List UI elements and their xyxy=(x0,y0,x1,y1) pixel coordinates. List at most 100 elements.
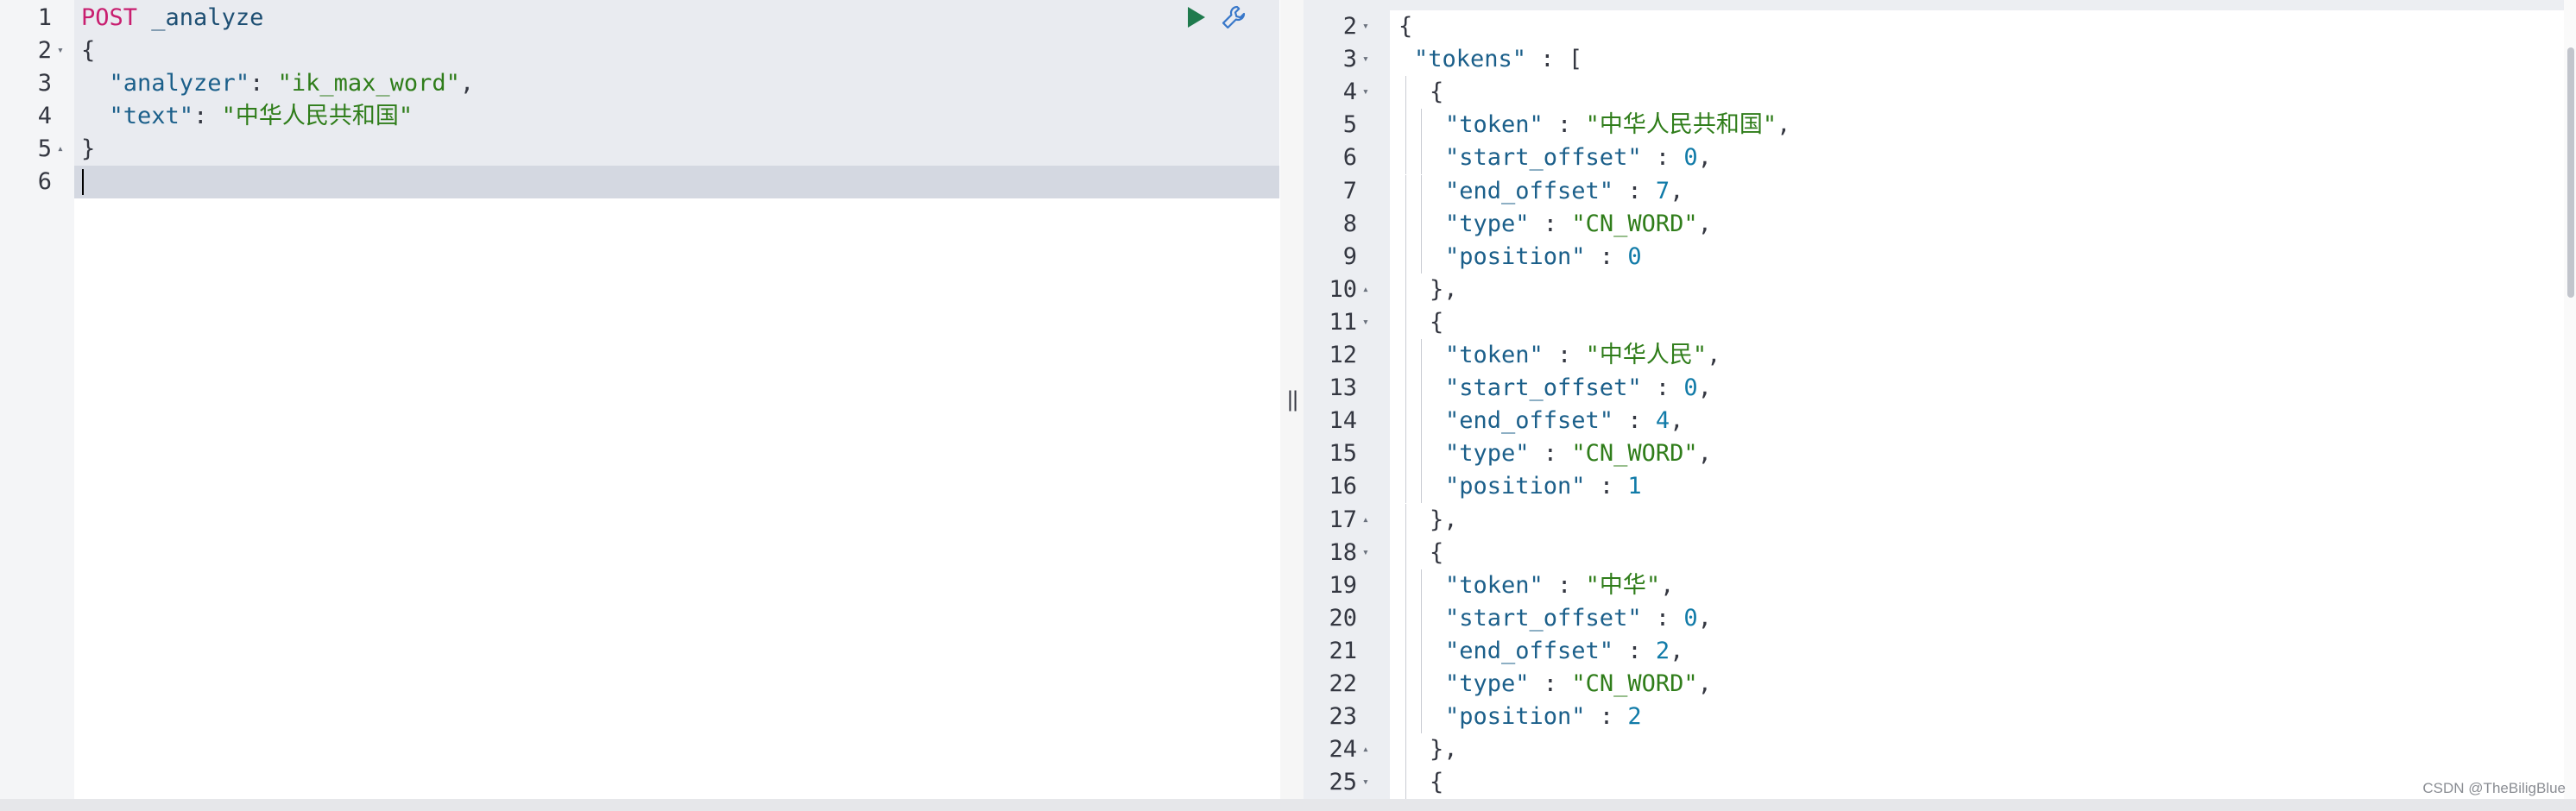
token-num: 2 xyxy=(1655,637,1670,664)
token-num: 7 xyxy=(1655,177,1670,204)
settings-button[interactable] xyxy=(1221,4,1247,30)
code-line: 4 "text": "中华人民共和国" xyxy=(0,100,1279,133)
line-number: 10 xyxy=(1329,275,1357,303)
token-punc: : xyxy=(1613,407,1656,435)
token-num: 0 xyxy=(1627,242,1642,270)
token-punc: , xyxy=(459,70,475,97)
token-num: 1 xyxy=(1627,473,1642,500)
token-key: "start_offset" xyxy=(1445,144,1642,172)
indent-guide xyxy=(1421,372,1422,406)
line-number: 2 xyxy=(37,37,52,64)
code-line: 6 "start_offset" : 0, xyxy=(1304,141,2576,175)
code-text: "type" : "CN_WORD", xyxy=(1445,668,1712,701)
code-line: 10 ▴}, xyxy=(1304,273,2576,306)
token-punc: : xyxy=(1585,473,1628,500)
fold-expand-icon[interactable]: ▾ xyxy=(1362,76,1369,109)
fold-expand-icon[interactable]: ▾ xyxy=(1362,306,1369,339)
fold-collapse-icon[interactable]: ▴ xyxy=(1362,273,1369,306)
token-num: 0 xyxy=(1683,374,1698,402)
token-key: "position" xyxy=(1445,703,1586,731)
fold-expand-icon[interactable]: ▾ xyxy=(1362,10,1369,43)
line-number: 5 xyxy=(1342,111,1357,139)
code-line: 11 ▾ { xyxy=(1304,305,2576,339)
token-key: "start_offset" xyxy=(1445,604,1642,632)
code-text: "type" : "CN_WORD", xyxy=(1445,208,1712,241)
code-line: 8 "type" : "CN_WORD", xyxy=(1304,207,2576,241)
fold-expand-icon[interactable]: ▾ xyxy=(57,35,64,67)
indent-guide xyxy=(1405,601,1406,635)
token-punc: { xyxy=(1430,79,1444,106)
code-line: 1 POST _analyze xyxy=(0,2,1279,35)
indent-guide xyxy=(1405,668,1406,701)
scrollbar-thumb[interactable] xyxy=(2567,47,2574,298)
code-line: 13 "start_offset" : 0, xyxy=(1304,372,2576,406)
indent-guide xyxy=(1421,437,1422,471)
token-key: "end_offset" xyxy=(1445,637,1614,664)
code-text: { xyxy=(1430,306,1443,339)
indent-guide xyxy=(1405,569,1406,602)
token-str: "中华人民共和国" xyxy=(221,103,414,129)
indent-guide xyxy=(1405,240,1406,273)
line-number: 15 xyxy=(1329,440,1357,468)
fold-collapse-icon[interactable]: ▴ xyxy=(1362,504,1369,537)
line-number: 11 xyxy=(1329,308,1357,336)
token-punc xyxy=(81,103,110,129)
request-editor[interactable]: 1 POST _analyze 2 ▾ {3 "analyzer": "ik_max_w… xyxy=(0,0,1279,799)
code-line: 20 "start_offset" : 0, xyxy=(1304,601,2576,635)
code-line: 2 ▾ { xyxy=(1304,10,2576,43)
fold-expand-icon[interactable]: ▾ xyxy=(1362,537,1369,569)
indent-guide xyxy=(1405,503,1406,537)
token-punc: , xyxy=(1697,210,1712,237)
response-scrollbar[interactable] xyxy=(2564,0,2576,799)
fold-collapse-icon[interactable]: ▴ xyxy=(1362,733,1369,766)
indent-guide xyxy=(1421,701,1422,734)
token-punc: : xyxy=(1641,604,1684,632)
token-punc: , xyxy=(1697,604,1712,632)
watermark: CSDN @TheBiligBlue xyxy=(2422,780,2566,796)
code-text: "end_offset" : 2, xyxy=(1445,635,1683,668)
line-number: 4 xyxy=(37,103,52,129)
token-punc: }, xyxy=(1430,506,1458,533)
code-text: "start_offset" : 0, xyxy=(1445,602,1712,635)
indent-guide xyxy=(1405,405,1406,438)
indent-guide xyxy=(1421,109,1422,142)
fold-expand-icon[interactable]: ▾ xyxy=(1362,766,1369,799)
request-toolbar xyxy=(1183,2,1247,33)
indent-guide xyxy=(1405,109,1406,142)
code-text: "token" : "中华人民共和国", xyxy=(1445,109,1790,141)
fold-collapse-icon[interactable]: ▴ xyxy=(57,133,64,166)
indent-guide xyxy=(1405,766,1406,799)
line-number: 5 xyxy=(37,135,52,162)
token-punc: , xyxy=(1777,111,1791,139)
line-number: 24 xyxy=(1329,736,1357,764)
pane-splitter[interactable]: || xyxy=(1280,0,1304,799)
line-number: 1 xyxy=(37,4,52,31)
indent-guide xyxy=(1421,174,1422,208)
line-number: 12 xyxy=(1329,342,1357,368)
run-request-button[interactable] xyxy=(1183,4,1209,30)
code-line: 5 ▴} xyxy=(0,133,1279,166)
token-punc: , xyxy=(1697,670,1712,697)
code-text: "token" : "中华人民", xyxy=(1445,339,1720,372)
code-line: 9 "position" : 0 xyxy=(1304,240,2576,273)
fold-expand-icon[interactable]: ▾ xyxy=(1362,43,1369,76)
code-text: "text": "中华人民共和国" xyxy=(81,100,414,133)
token-key: "position" xyxy=(1445,242,1586,270)
code-line: 14 "end_offset" : 4, xyxy=(1304,405,2576,438)
line-number: 3 xyxy=(1342,46,1357,73)
code-line: 22 "type" : "CN_WORD", xyxy=(1304,668,2576,701)
code-text: "end_offset" : 7, xyxy=(1445,175,1683,208)
code-line: 16 "position" : 1 xyxy=(1304,470,2576,504)
indent-guide xyxy=(1405,733,1406,767)
code-text: }, xyxy=(1430,733,1458,766)
code-line: 18 ▾ { xyxy=(1304,536,2576,569)
line-number: 14 xyxy=(1329,407,1357,435)
line-number: 6 xyxy=(1342,144,1357,172)
line-number: 25 xyxy=(1329,769,1357,796)
line-number: 19 xyxy=(1329,571,1357,599)
indent-guide xyxy=(1405,437,1406,471)
line-number: 7 xyxy=(1342,177,1357,204)
code-text: "type" : "CN_WORD", xyxy=(1445,437,1712,470)
response-viewer[interactable]: 2 ▾{3 ▾ "tokens" : [4 ▾{5 "token" : "中华人民共和国"… xyxy=(1304,0,2576,799)
token-punc: : xyxy=(1613,637,1656,664)
